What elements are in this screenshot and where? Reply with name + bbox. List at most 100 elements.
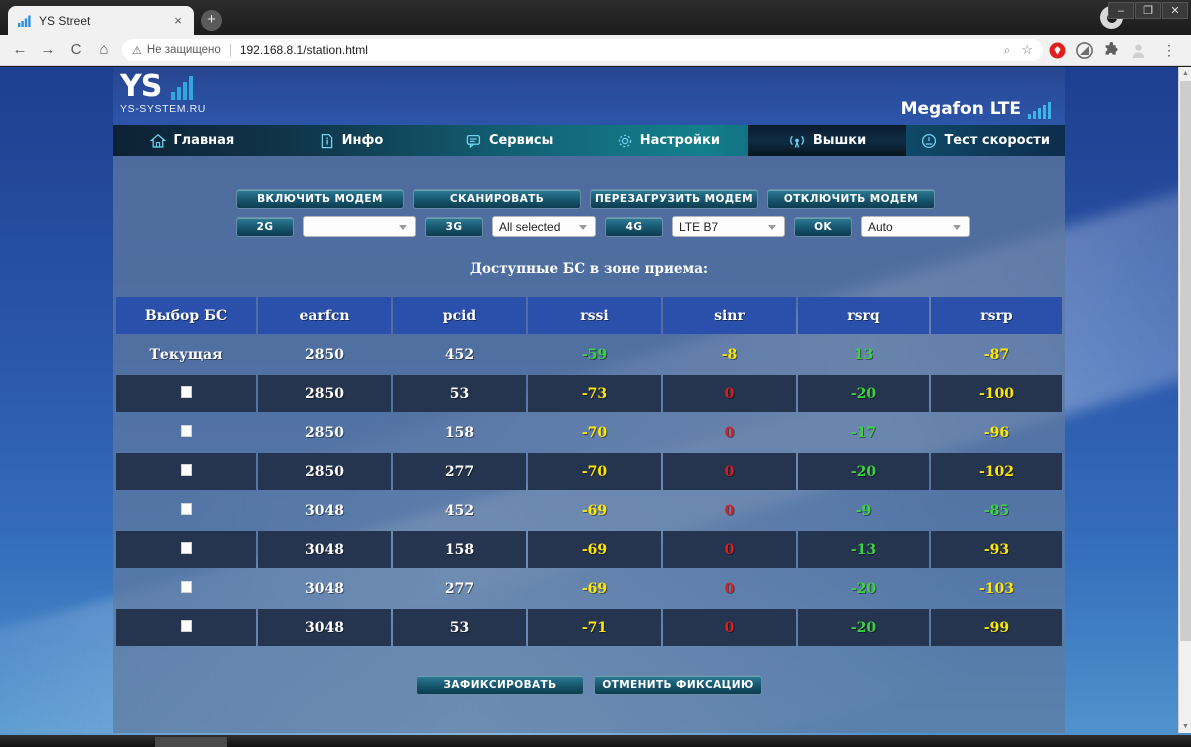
row-select-checkbox[interactable] (116, 609, 256, 646)
minimize-button[interactable]: – (1108, 2, 1134, 19)
cell-sinr: 0 (663, 531, 796, 568)
signal-bars-icon (18, 15, 32, 27)
adblock-icon[interactable] (1049, 42, 1066, 59)
nav-item-test-skorosti[interactable]: Тест скорости (906, 125, 1065, 156)
checkbox-icon[interactable] (180, 463, 192, 476)
ok-button[interactable]: OK (794, 216, 852, 237)
zoom-search-icon[interactable]: ⌕ (1004, 43, 1011, 58)
maximize-button[interactable]: ❐ (1135, 2, 1161, 19)
brand-indicator: Megafon LTE (901, 99, 1053, 119)
cell-sinr: -8 (721, 346, 738, 363)
cell-rsrp: -85 (983, 502, 1010, 519)
cell-rssi: -70 (581, 424, 608, 441)
info-document-icon (319, 133, 335, 149)
table-row: 3048 53 -71 0 -20 -99 (116, 609, 1062, 646)
3g-button[interactable]: 3G (425, 216, 483, 237)
home-icon[interactable]: ⌂ (90, 38, 118, 62)
row-select-checkbox[interactable] (116, 570, 256, 607)
cell-earfcn: 3048 (258, 609, 391, 646)
logo-signal-bars-icon (170, 76, 195, 102)
column-header-rsrq: rsrq (798, 297, 929, 334)
brand-signal-bars-icon (1028, 101, 1053, 119)
cell-pcid: 277 (444, 580, 475, 597)
nav-item-nastroyki[interactable]: Настройки (589, 125, 748, 156)
extension-icons: ⋮ (1049, 41, 1185, 59)
site-logo[interactable]: YS YS-SYSTEM.RU (120, 72, 206, 116)
cell-earfcn: 3048 (305, 502, 344, 519)
reload-icon[interactable]: C (62, 38, 90, 62)
cell-earfcn: 3048 (305, 580, 344, 597)
close-icon[interactable]: × (171, 14, 185, 28)
browser-tab[interactable]: YS Street × (8, 6, 194, 35)
speedometer-icon (921, 133, 937, 149)
row-select-checkbox[interactable] (116, 531, 256, 568)
cell-rssi: -69 (528, 531, 661, 568)
browser-toolbar: ← → C ⌂ ⚠ Не защищено 192.168.8.1/statio… (0, 35, 1191, 66)
row-select-checkbox[interactable] (116, 375, 256, 412)
row-select-checkbox[interactable] (116, 453, 256, 490)
unfix-button[interactable]: ОТМЕНИТЬ ФИКСАЦИЮ (594, 675, 762, 695)
page-viewport: YS YS-SYSTEM.RU Megafon LTE Главная Инфо… (0, 67, 1191, 733)
cell-earfcn: 2850 (305, 424, 344, 441)
fix-button[interactable]: ЗАФИКСИРОВАТЬ (416, 675, 584, 695)
modem-action-buttons: ВКЛЮЧИТЬ МОДЕМ СКАНИРОВАТЬ ПЕРЕЗАГРУЗИТЬ… (113, 189, 1065, 209)
cell-sinr: 0 (663, 375, 796, 412)
3g-band-select[interactable]: All selected (492, 216, 596, 237)
4g-band-select[interactable]: LTE B7 (672, 216, 785, 237)
bookmark-star-icon[interactable]: ☆ (1021, 42, 1033, 58)
reboot-modem-button[interactable]: ПЕРЕЗАГРУЗИТЬ МОДЕМ (590, 189, 758, 209)
nav-item-glavnaya[interactable]: Главная (113, 125, 272, 156)
checkbox-icon[interactable] (180, 541, 192, 554)
address-bar[interactable]: ⚠ Не защищено 192.168.8.1/station.html ⌕… (122, 39, 1043, 61)
scroll-down-icon[interactable]: ▼ (1180, 720, 1191, 733)
brand-text: Megafon LTE (900, 99, 1021, 119)
cell-pcid: 452 (444, 346, 475, 363)
4g-button[interactable]: 4G (605, 216, 663, 237)
puzzle-extension-icon[interactable] (1103, 41, 1120, 59)
back-icon[interactable]: ← (6, 38, 34, 62)
2g-button[interactable]: 2G (236, 216, 294, 237)
page-scrollbar[interactable]: ▲ ▼ (1178, 67, 1191, 733)
forward-icon[interactable]: → (34, 38, 62, 62)
checkbox-icon[interactable] (180, 424, 192, 437)
scrollbar-thumb[interactable] (1180, 81, 1191, 641)
cell-pcid: 53 (393, 609, 526, 646)
taskbar-window-button[interactable] (155, 737, 227, 747)
checkbox-icon[interactable] (180, 502, 192, 515)
pen-tool-icon[interactable] (1076, 41, 1093, 59)
cell-pcid: 53 (393, 375, 526, 412)
cell-rssi: -69 (581, 580, 608, 597)
band-selectors: 2G 3G All selected 4G LTE B7 OK Auto (113, 216, 1065, 237)
scan-button[interactable]: СКАНИРОВАТЬ (413, 189, 581, 209)
divider (229, 43, 231, 57)
disable-modem-button[interactable]: ОТКЛЮЧИТЬ МОДЕМ (767, 189, 935, 209)
browser-menu-icon[interactable]: ⋮ (1157, 42, 1181, 59)
cell-sinr: 0 (724, 502, 735, 519)
row-select-checkbox[interactable] (116, 414, 256, 451)
cell-rsrq: -20 (798, 375, 929, 412)
new-tab-button[interactable]: + (201, 10, 222, 31)
cell-earfcn: 2850 (305, 346, 344, 363)
gear-icon (617, 133, 633, 149)
mode-select[interactable]: Auto (861, 216, 970, 237)
row-select-checkbox[interactable] (116, 492, 256, 529)
nav-item-servisy[interactable]: Сервисы (430, 125, 589, 156)
checkbox-icon[interactable] (180, 619, 192, 632)
nav-item-info[interactable]: Инфо (272, 125, 431, 156)
enable-modem-button[interactable]: ВКЛЮЧИТЬ МОДЕМ (236, 189, 404, 209)
nav-item-vyshki[interactable]: Вышки (747, 125, 907, 156)
site-header: YS YS-SYSTEM.RU Megafon LTE (113, 67, 1065, 125)
profile-avatar-icon[interactable] (1130, 42, 1147, 59)
2g-band-select[interactable] (303, 216, 416, 237)
close-button[interactable]: ✕ (1162, 2, 1188, 19)
nav-label: Сервисы (488, 133, 554, 148)
nav-label: Настройки (639, 133, 720, 148)
checkbox-icon[interactable] (180, 580, 192, 593)
column-header-rsrp: rsrp (931, 297, 1062, 334)
table-row: 2850 158 -70 0 -17 -96 (116, 414, 1062, 451)
current-station-label: Текущая (149, 346, 223, 363)
scroll-up-icon[interactable]: ▲ (1180, 67, 1191, 80)
checkbox-icon[interactable] (180, 385, 192, 398)
modem-controls: ВКЛЮЧИТЬ МОДЕМ СКАНИРОВАТЬ ПЕРЕЗАГРУЗИТЬ… (113, 156, 1065, 237)
tab-strip: YS Street × + (8, 6, 222, 35)
